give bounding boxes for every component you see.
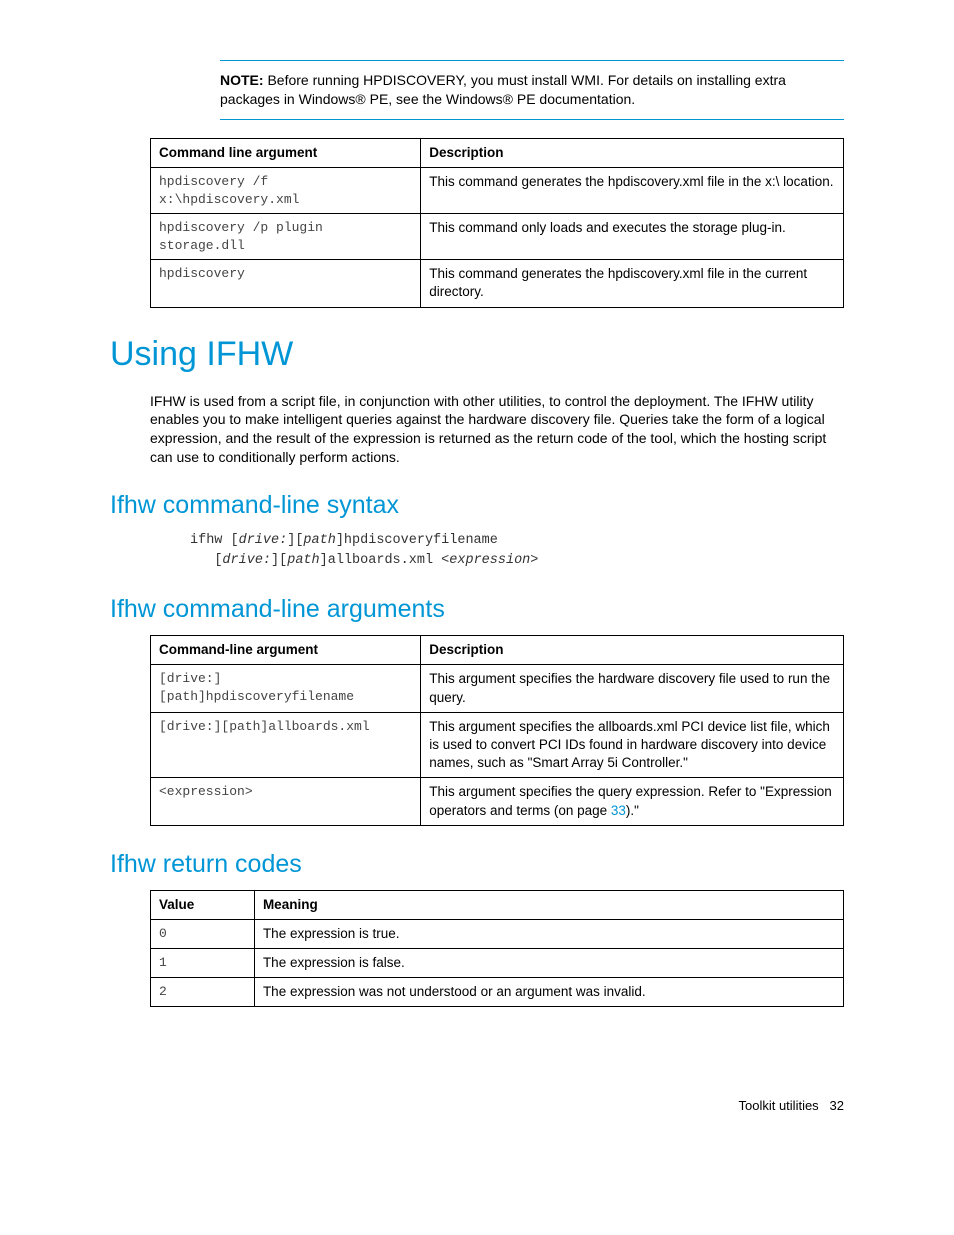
heading-arguments: Ifhw command-line arguments	[110, 593, 844, 627]
heading-return-codes: Ifhw return codes	[110, 848, 844, 882]
heading-syntax: Ifhw command-line syntax	[110, 489, 844, 523]
table-row: [drive:][path]allboards.xml This argumen…	[151, 712, 844, 778]
syntax-var: drive:	[239, 533, 288, 548]
cell-arg: hpdiscovery /f x:\hpdiscovery.xml	[151, 168, 421, 214]
cell-arg: [drive:][path]allboards.xml	[151, 712, 421, 778]
table-command-line: Command line argument Description hpdisc…	[150, 138, 844, 308]
table-row: 2 The expression was not understood or a…	[151, 978, 844, 1007]
note-text: Before running HPDISCOVERY, you must ins…	[220, 72, 786, 107]
table-arguments: Command-line argument Description [drive…	[150, 635, 844, 826]
table-row: 0 The expression is true.	[151, 919, 844, 948]
page-link[interactable]: 33	[611, 803, 626, 818]
table-row: [drive:][path]hpdiscoveryfilename This a…	[151, 665, 844, 712]
table-row: hpdiscovery This command generates the h…	[151, 260, 844, 307]
cell-meaning: The expression was not understood or an …	[254, 978, 843, 1007]
cell-value: 2	[151, 978, 255, 1007]
page-footer: Toolkit utilities 32	[110, 1097, 844, 1115]
syntax-block: ifhw [drive:][path]hpdiscoveryfilename […	[190, 531, 844, 572]
heading-using-ifhw: Using IFHW	[110, 332, 844, 378]
cell-meaning: The expression is true.	[254, 919, 843, 948]
cell-arg: hpdiscovery /p plugin storage.dll	[151, 214, 421, 260]
cell-arg: [drive:][path]hpdiscoveryfilename	[151, 665, 421, 712]
syntax-var: path	[287, 553, 319, 568]
table-row: hpdiscovery /p plugin storage.dll This c…	[151, 214, 844, 260]
cell-value: 1	[151, 949, 255, 978]
cell-value: 0	[151, 919, 255, 948]
syntax-text: ][	[271, 553, 287, 568]
th-value: Value	[151, 890, 255, 919]
cell-desc: This argument specifies the hardware dis…	[421, 665, 844, 712]
syntax-text: >	[530, 553, 538, 568]
syntax-text: ]allboards.xml <	[320, 553, 450, 568]
table-header-row: Command-line argument Description	[151, 636, 844, 665]
note-label: NOTE:	[220, 72, 264, 88]
table-row: hpdiscovery /f x:\hpdiscovery.xml This c…	[151, 168, 844, 214]
syntax-text: ][	[287, 533, 303, 548]
th-meaning: Meaning	[254, 890, 843, 919]
cell-meaning: The expression is false.	[254, 949, 843, 978]
cell-desc: This argument specifies the allboards.xm…	[421, 712, 844, 778]
th-argument: Command line argument	[151, 138, 421, 167]
th-description: Description	[421, 636, 844, 665]
footer-page-number: 32	[830, 1098, 844, 1113]
syntax-var: drive:	[222, 553, 271, 568]
th-argument: Command-line argument	[151, 636, 421, 665]
th-description: Description	[421, 138, 844, 167]
table-return-codes: Value Meaning 0 The expression is true. …	[150, 890, 844, 1008]
note-box: NOTE: Before running HPDISCOVERY, you mu…	[220, 60, 844, 120]
cell-desc: This command only loads and executes the…	[421, 214, 844, 260]
syntax-text: ifhw [	[190, 533, 239, 548]
cell-arg: hpdiscovery	[151, 260, 421, 307]
syntax-var: path	[303, 533, 335, 548]
cell-desc: This command generates the hpdiscovery.x…	[421, 260, 844, 307]
footer-label: Toolkit utilities	[738, 1098, 818, 1113]
table-row: 1 The expression is false.	[151, 949, 844, 978]
table-header-row: Command line argument Description	[151, 138, 844, 167]
table-row: <expression> This argument specifies the…	[151, 778, 844, 825]
table-header-row: Value Meaning	[151, 890, 844, 919]
syntax-text: ]hpdiscoveryfilename	[336, 533, 498, 548]
cell-arg: <expression>	[151, 778, 421, 825]
intro-paragraph: IFHW is used from a script file, in conj…	[150, 392, 844, 468]
cell-desc-text: )."	[626, 803, 639, 818]
cell-desc: This argument specifies the query expres…	[421, 778, 844, 825]
cell-desc: This command generates the hpdiscovery.x…	[421, 168, 844, 214]
syntax-var: expression	[449, 553, 530, 568]
